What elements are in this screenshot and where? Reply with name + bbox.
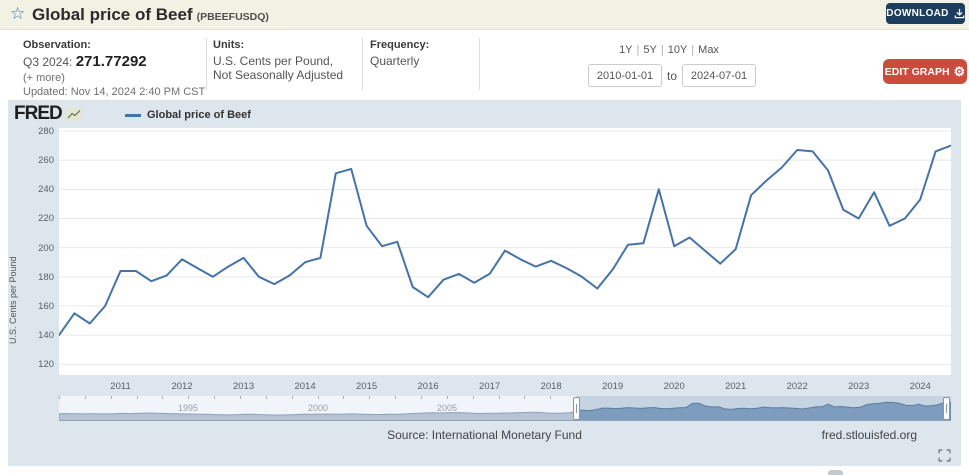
x-axis-tick-label: 2022 xyxy=(777,381,817,392)
x-axis-tick-label: 2024 xyxy=(900,381,940,392)
meta-bar: Observation: Q3 2024: 271.77292 (+ more)… xyxy=(0,31,969,97)
frequency-value: Quarterly xyxy=(370,54,429,68)
x-axis-tick-label: 2014 xyxy=(285,381,325,392)
x-axis-tick-label: 2018 xyxy=(531,381,571,392)
y-axis-tick-label: 140 xyxy=(20,330,54,341)
x-axis-tick-label: 2020 xyxy=(654,381,694,392)
gear-icon: ⚙ xyxy=(954,65,966,78)
observation-value: 271.77292 xyxy=(76,53,147,70)
more-observations-link[interactable]: (+ more) xyxy=(23,72,205,84)
preset-separator: | xyxy=(661,44,664,56)
x-axis-tick-label: 2019 xyxy=(593,381,633,392)
chart-footer: Source: International Monetary Fund fred… xyxy=(8,428,961,444)
slider-year-label: 2000 xyxy=(303,403,333,413)
x-axis-tick-label: 2011 xyxy=(101,381,141,392)
series-title: Global price of Beef xyxy=(32,5,193,24)
date-range: to xyxy=(588,64,758,87)
fred-logo-chart-icon xyxy=(66,108,82,121)
x-axis-tick-label: 2015 xyxy=(347,381,387,392)
range-preset-1y[interactable]: 1Y xyxy=(619,44,632,56)
range-presets: 1Y|5Y|10Y|Max xyxy=(588,44,750,56)
x-axis-tick-label: 2021 xyxy=(716,381,756,392)
favorite-star-icon[interactable]: ☆ xyxy=(10,4,25,24)
y-axis-tick-label: 260 xyxy=(20,155,54,166)
slider-year-label: 2005 xyxy=(432,403,462,413)
observation-label: Observation: xyxy=(23,39,205,51)
legend-series-label: Global price of Beef xyxy=(147,109,251,121)
download-label: DOWNLOAD xyxy=(886,8,948,19)
frequency-label: Frequency: xyxy=(370,39,429,51)
to-label: to xyxy=(667,69,677,83)
range-preset-10y[interactable]: 10Y xyxy=(668,44,688,56)
fred-logo[interactable]: FRED xyxy=(14,103,82,125)
divider xyxy=(479,38,480,90)
series-ticker: (PBEEFUSDQ) xyxy=(197,11,269,23)
title-bar: ☆ Global price of Beef (PBEEFUSDQ) DOWNLO… xyxy=(0,0,969,30)
slider-baseline xyxy=(59,420,951,421)
slider-selected-region[interactable] xyxy=(576,396,951,421)
fred-logo-text: FRED xyxy=(14,103,62,125)
range-preset-max[interactable]: Max xyxy=(698,44,719,56)
slider-year-label: 1995 xyxy=(173,403,203,413)
divider xyxy=(206,38,207,90)
bottom-edge-artifact xyxy=(828,470,843,475)
observation-column: Observation: Q3 2024: 271.77292 (+ more)… xyxy=(23,39,205,98)
x-axis-tick-label: 2016 xyxy=(408,381,448,392)
start-date-input[interactable] xyxy=(588,64,662,87)
fullscreen-icon[interactable] xyxy=(938,449,951,462)
chart-legend: Global price of Beef xyxy=(125,109,251,121)
range-preset-5y[interactable]: 5Y xyxy=(643,44,656,56)
fred-page: ☆ Global price of Beef (PBEEFUSDQ) DOWNLO… xyxy=(0,0,969,475)
y-axis-tick-label: 200 xyxy=(20,243,54,254)
site-text: fred.stlouisfed.org xyxy=(822,428,917,442)
x-axis-tick-label: 2023 xyxy=(839,381,879,392)
updated-timestamp: Updated: Nov 14, 2024 2:40 PM CST xyxy=(23,86,205,98)
end-date-input[interactable] xyxy=(682,64,756,87)
download-icon xyxy=(954,8,965,19)
page-title: Global price of Beef (PBEEFUSDQ) xyxy=(32,5,269,25)
divider xyxy=(362,38,363,90)
plot-area[interactable] xyxy=(59,128,951,375)
y-axis-tick-label: 280 xyxy=(20,126,54,137)
y-axis-tick-label: 240 xyxy=(20,184,54,195)
y-axis-tick-label: 220 xyxy=(20,213,54,224)
observation-period: Q3 2024: xyxy=(23,55,72,69)
y-axis-tick-label: 180 xyxy=(20,272,54,283)
range-slider[interactable]: 1995 2000 2005 xyxy=(59,396,951,421)
y-axis-tick-label: 160 xyxy=(20,301,54,312)
source-text: Source: International Monetary Fund xyxy=(8,428,961,442)
edit-graph-label: EDIT GRAPH xyxy=(885,66,950,78)
units-label: Units: xyxy=(213,39,343,51)
y-axis-tick-label: 120 xyxy=(20,359,54,370)
legend-line-swatch xyxy=(125,114,141,117)
x-axis-tick-label: 2017 xyxy=(470,381,510,392)
price-line-chart[interactable] xyxy=(59,128,951,375)
chart-panel: FRED Global price of Beef U.S. Cents per… xyxy=(8,100,961,466)
preset-separator: | xyxy=(637,44,640,56)
units-value: U.S. Cents per Pound,Not Seasonally Adju… xyxy=(213,54,343,82)
slider-right-handle[interactable] xyxy=(943,397,950,420)
frequency-column: Frequency: Quarterly xyxy=(370,39,429,68)
preset-separator: | xyxy=(691,44,694,56)
units-column: Units: U.S. Cents per Pound,Not Seasonal… xyxy=(213,39,343,82)
x-axis-tick-label: 2012 xyxy=(162,381,202,392)
slider-left-handle[interactable] xyxy=(573,397,580,420)
download-button[interactable]: DOWNLOAD xyxy=(886,3,965,24)
edit-graph-button[interactable]: EDIT GRAPH ⚙ xyxy=(883,59,967,84)
x-axis-tick-label: 2013 xyxy=(224,381,264,392)
